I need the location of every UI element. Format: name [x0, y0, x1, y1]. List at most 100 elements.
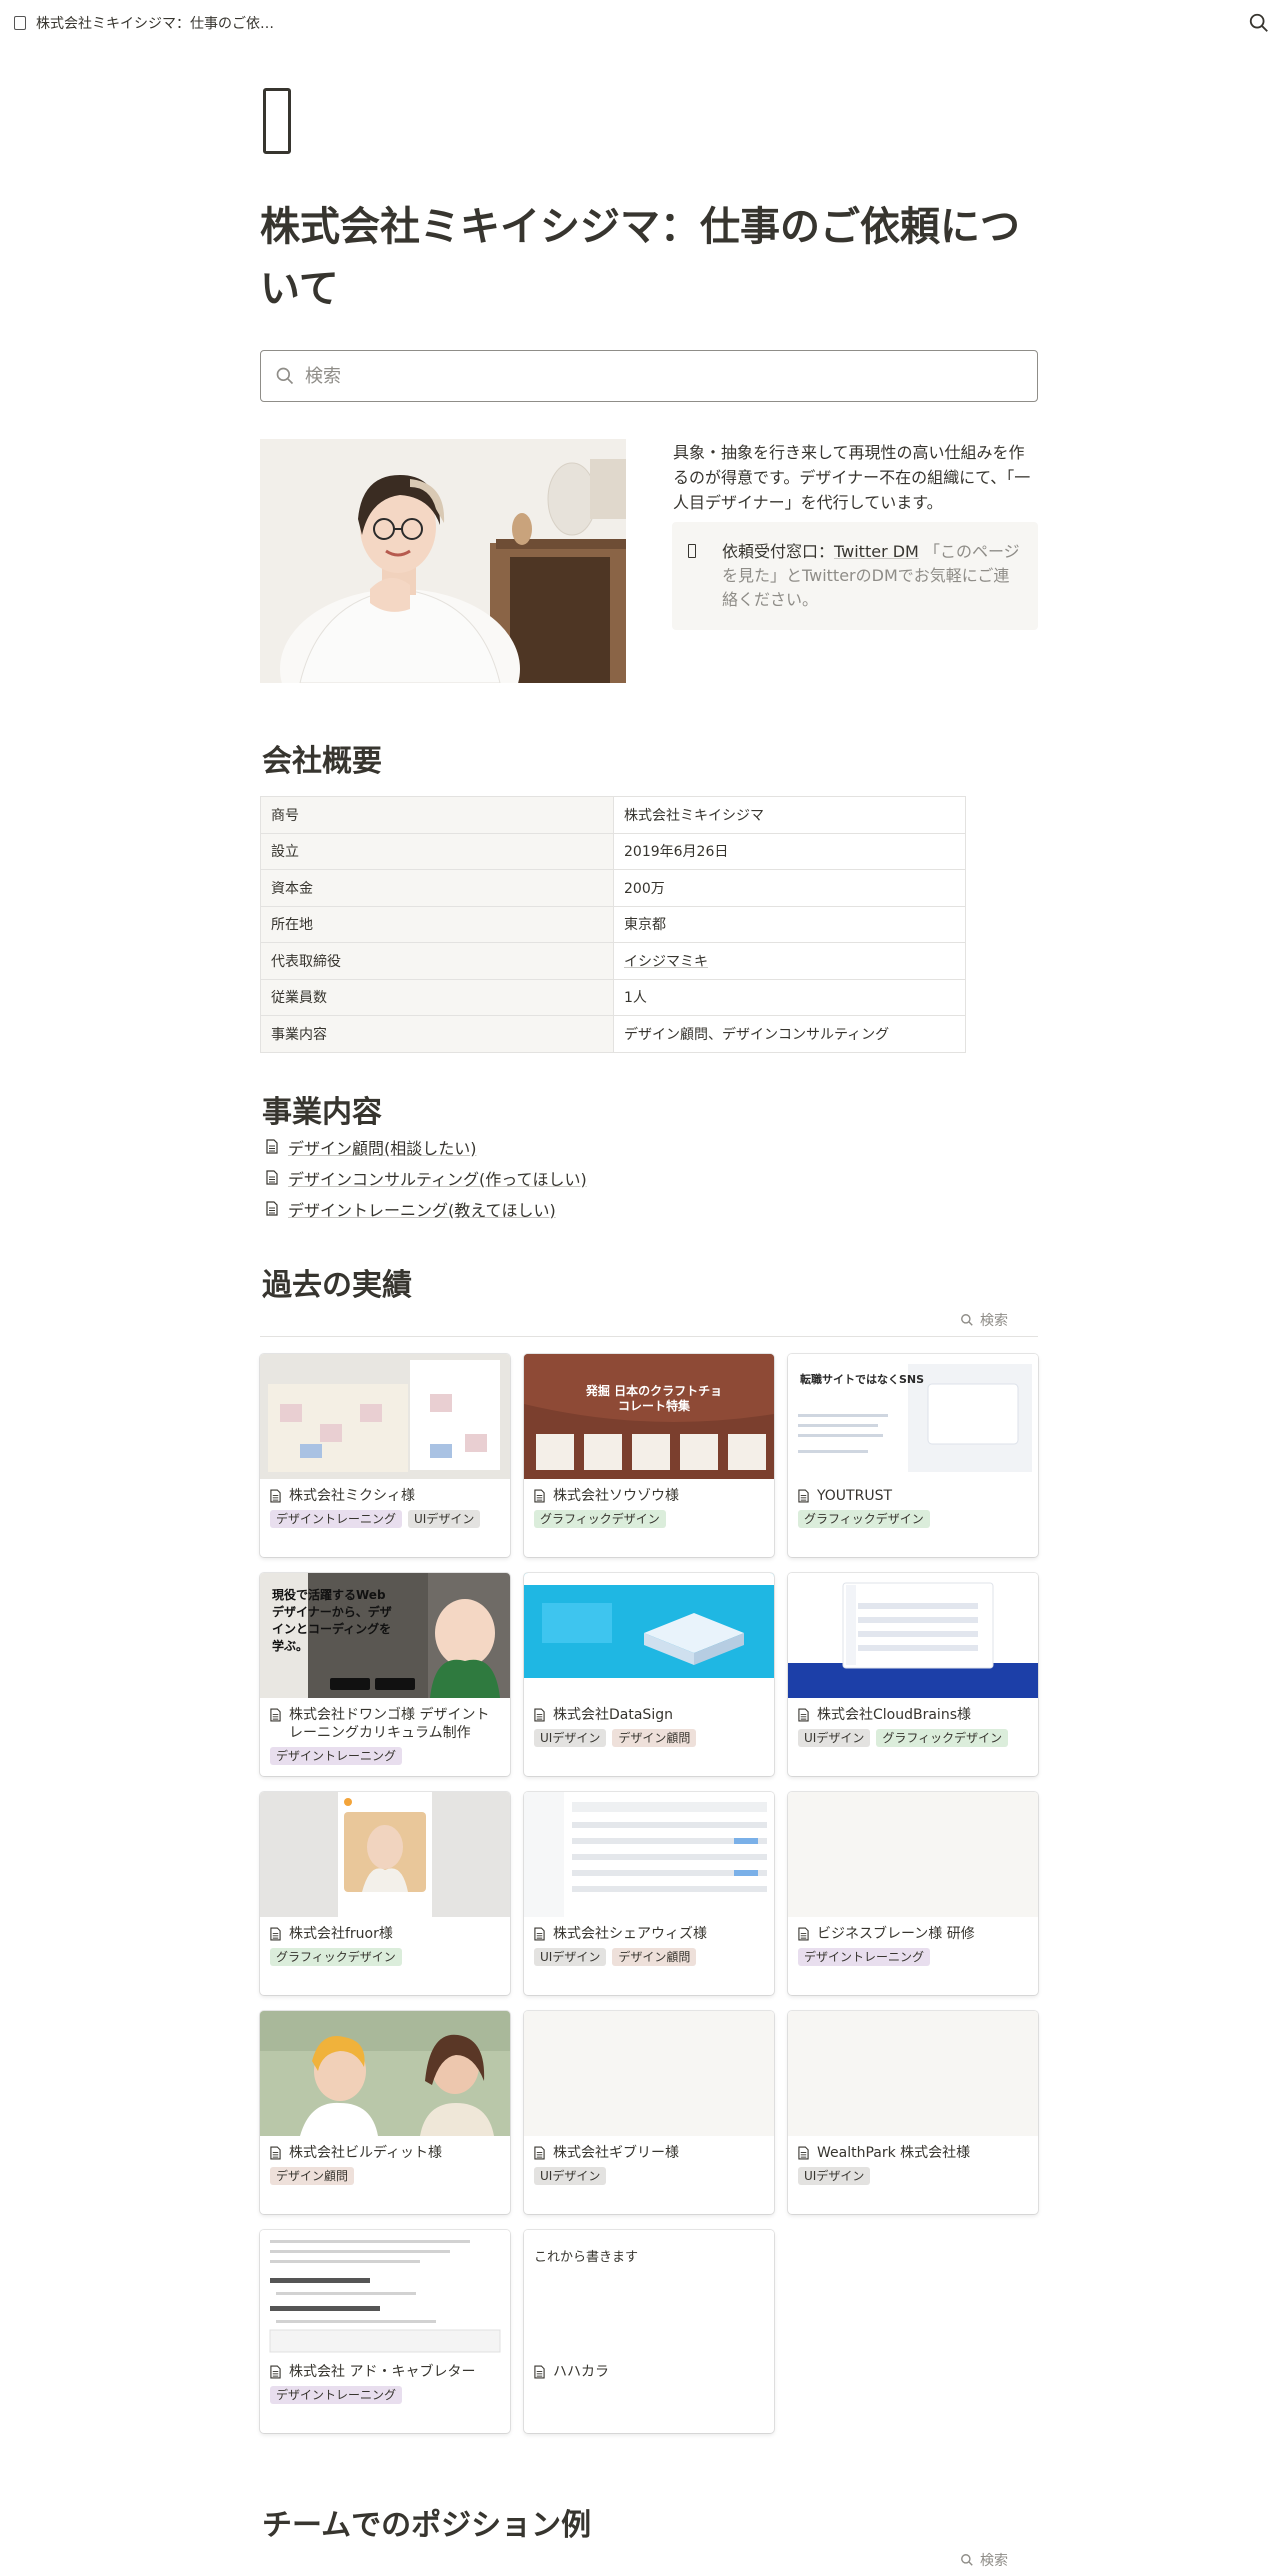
work-card[interactable]: 株式会社 アド・キャブレター デザイントレーニング [260, 2230, 510, 2433]
work-card[interactable]: 株式会社ミクシィ様デザイントレーニング UIデザイン [260, 1354, 510, 1557]
company-key: 事業内容 [260, 1015, 614, 1053]
work-card[interactable]: 転職サイトではなくSNS YOUTRUST グラフィックデザイン [788, 1354, 1038, 1557]
work-card-tags: UIデザイン グラフィックデザイン [798, 1729, 1028, 1747]
works-search-label: 検索 [980, 1313, 1008, 1329]
work-card-tags: UIデザイン デザイン顧問 [534, 1948, 764, 1966]
work-card-title: YOUTRUST [798, 1487, 1028, 1505]
company-value: 株式会社ミキイシジマ [613, 796, 966, 834]
work-card[interactable]: 株式会社ギブリー様 UIデザイン [524, 2011, 774, 2214]
page-doc-icon [798, 2146, 809, 2160]
company-value: 2019年6月26日 [613, 832, 966, 870]
company-key: 資本金 [260, 869, 614, 907]
company-row: 従業員数 1人 [260, 978, 966, 1016]
works-divider [260, 1336, 1038, 1337]
work-card-tags: デザイン顧問 [270, 2167, 500, 2185]
business-link[interactable]: デザイントレーニング(教えてほしい) [266, 1193, 587, 1224]
work-card[interactable]: これから書きます ハハカラ [524, 2230, 774, 2433]
tag: デザイントレーニング [270, 1510, 403, 1528]
search-icon[interactable] [1248, 12, 1270, 34]
work-card-cover [260, 2011, 510, 2136]
work-card-cover [524, 1573, 774, 1698]
work-card[interactable]: 株式会社CloudBrains様 UIデザイン グラフィックデザイン [788, 1573, 1038, 1776]
work-card[interactable]: 株式会社ビルディット様デザイン顧問 [260, 2011, 510, 2214]
work-card[interactable]: ビジネスブレーン様 研修 デザイントレーニング [788, 1792, 1038, 1995]
tag: UIデザイン [534, 1729, 607, 1747]
company-value: 200万 [613, 869, 966, 907]
page-doc-icon [270, 2146, 281, 2160]
tag: デザイントレーニング [798, 1948, 931, 1966]
tag: UIデザイン [798, 2167, 871, 2185]
work-card-name: 株式会社ビルディット様 [289, 2145, 443, 2161]
work-card-cover [788, 1573, 1038, 1698]
work-card-title: 株式会社DataSign [534, 1706, 764, 1724]
work-card-tags: デザイントレーニング [270, 2386, 500, 2404]
callout-lead: 依頼受付窓口： [722, 542, 835, 561]
company-heading: 会社概要 [262, 744, 382, 779]
twitter-dm-link[interactable]: Twitter DM [834, 542, 919, 561]
page-doc-icon [266, 1170, 278, 1185]
search-icon [961, 2554, 973, 2566]
work-card-cover-text: 現役で活躍するWebデザイナーから、デザインとコーディングを学ぶ。 [272, 1588, 392, 1653]
work-card[interactable]: 株式会社fruor様 グラフィックデザイン [260, 1792, 510, 1995]
company-key: 代表取締役 [260, 942, 614, 980]
work-card[interactable]: 株式会社DataSign UIデザイン デザイン顧問 [524, 1573, 774, 1776]
work-card-tags: デザイントレーニング UIデザイン [270, 1510, 500, 1528]
works-search[interactable]: 検索 [960, 1310, 1008, 1330]
tag: UIデザイン [408, 1510, 481, 1528]
tag: デザイントレーニング [270, 2386, 403, 2404]
works-gallery: 株式会社ミクシィ様デザイントレーニング UIデザイン 発掘 日本のクラフトチョコレー… [260, 1354, 1038, 2433]
page-doc-icon [534, 2146, 545, 2160]
work-card-cover: 発掘 日本のクラフトチョコレート特集 [524, 1354, 774, 1479]
work-card-title: 株式会社ミクシィ様 [270, 1487, 500, 1505]
tag: デザイン顧問 [612, 1729, 697, 1747]
business-link[interactable]: デザインコンサルティング(作ってほしい) [266, 1162, 587, 1193]
search-box[interactable] [260, 350, 1038, 402]
work-card-title: 株式会社fruor様 [270, 1925, 500, 1943]
tag: UIデザイン [798, 1729, 871, 1747]
profile-photo [260, 439, 626, 683]
page-title: 株式会社ミキイシジマ：仕事のご依頼について [260, 204, 1020, 312]
tag: UIデザイン [534, 1948, 607, 1966]
search-icon [276, 367, 294, 385]
search-input[interactable] [305, 365, 1005, 387]
work-card-title: 株式会社ビルディット様 [270, 2144, 500, 2162]
work-card-title: 株式会社ギブリー様 [534, 2144, 764, 2162]
intro-text: 具象・抽象を行き来して再現性の高い仕組みを作るのが得意です。デザイナー不在の組織… [673, 443, 1031, 512]
work-card-title: 株式会社シェアウィズ様 [534, 1925, 764, 1943]
business-link-label: デザイントレーニング(教えてほしい) [288, 1200, 556, 1220]
company-key: 所在地 [260, 905, 614, 943]
company-row: 代表取締役 イシジマミキ [260, 942, 966, 980]
page-doc-icon [798, 1489, 809, 1503]
work-card-name: 株式会社ミクシィ様 [289, 1488, 415, 1504]
company-key: 設立 [260, 832, 614, 870]
phone-icon [688, 544, 696, 558]
company-table: 商号 株式会社ミキイシジマ 設立 2019年6月26日 資本金 200万 所在地 東京都 代表取… [260, 796, 966, 1053]
ceo-link[interactable]: イシジマミキ [624, 954, 708, 970]
work-card[interactable]: 株式会社シェアウィズ様 UIデザイン デザイン顧問 [524, 1792, 774, 1995]
breadcrumb[interactable]: 株式会社ミキイシジマ：仕事のご依… [36, 13, 274, 33]
tag: グラフィックデザイン [876, 1729, 1009, 1747]
company-row: 所在地 東京都 [260, 905, 966, 943]
page-doc-icon [266, 1201, 278, 1216]
work-card-tags: デザイントレーニング [798, 1948, 1028, 1966]
work-card-cover-text: 発掘 日本のクラフトチョコレート特集 [585, 1384, 723, 1413]
team-search-label: 検索 [980, 2553, 1008, 2568]
work-card-cover [788, 2011, 1038, 2136]
tag: グラフィックデザイン [798, 1510, 930, 1528]
work-card-cover-text: 転職サイトではなくSNS [800, 1373, 925, 1386]
work-card-cover: 転職サイトではなくSNS [788, 1354, 1038, 1479]
page-doc-icon [534, 2365, 545, 2379]
tag: デザイン顧問 [612, 1948, 697, 1966]
work-card-cover [524, 2011, 774, 2136]
work-card-cover-text: これから書きます [534, 2250, 639, 2265]
work-card-cover: 現役で活躍するWebデザイナーから、デザインとコーディングを学ぶ。 [260, 1573, 510, 1698]
work-card[interactable]: 現役で活躍するWebデザイナーから、デザインとコーディングを学ぶ。 株式会社ドワン… [260, 1573, 510, 1776]
work-card[interactable]: 発掘 日本のクラフトチョコレート特集 株式会社ソウゾウ様 グラフィックデザイン [524, 1354, 774, 1557]
tag: グラフィックデザイン [270, 1948, 402, 1966]
team-search[interactable]: 検索 [960, 2550, 1008, 2568]
work-card[interactable]: WealthPark 株式会社様 UIデザイン [788, 2011, 1038, 2214]
business-link[interactable]: デザイン顧問(相談したい) [266, 1131, 587, 1162]
work-card-name: 株式会社シェアウィズ様 [553, 1926, 707, 1942]
work-card-cover [260, 2230, 510, 2355]
work-card-tags: グラフィックデザイン [534, 1510, 764, 1528]
